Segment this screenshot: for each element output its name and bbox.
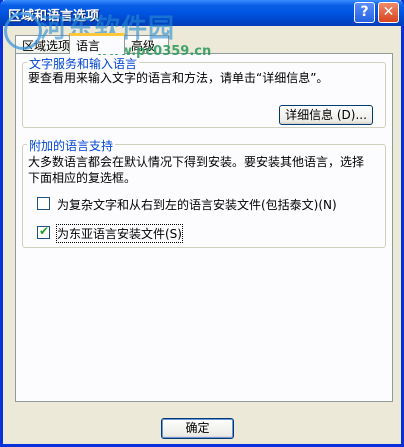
supplemental-legend: 附加的语言支持 [27,137,116,154]
text-services-group: 文字服务和输入语言 要查看用来输入文字的语言和方法，请单击“详细信息”。 详细信… [22,55,386,128]
ok-button[interactable]: 确定 [161,418,234,439]
details-button[interactable]: 详细信息 (D)... [279,105,373,125]
tab-advanced[interactable]: 高级 [124,35,169,53]
supplemental-language-group: 附加的语言支持 大多数语言都会在默认情况下得到安装。要安装其他语言，选择 下面相… [22,137,386,248]
title-bar[interactable]: 区域和语言选项 ? ✕ [0,0,404,26]
complex-script-checkbox[interactable] [37,197,50,210]
supplemental-description-line2: 下面相应的复选框。 [28,171,137,185]
text-services-description: 要查看用来输入文字的语言和方法，请单击“详细信息”。 [28,71,329,85]
tab-regional-options[interactable]: 区域选项 [15,35,70,53]
help-button[interactable]: ? [354,2,375,23]
tab-languages[interactable]: 语言 [69,33,125,54]
east-asian-label[interactable]: 为东亚语言安装文件(S) [56,224,183,243]
tab-panel-languages: 文字服务和输入语言 要查看用来输入文字的语言和方法，请单击“详细信息”。 详细信… [15,53,393,402]
checkmark-icon: ✔ [39,224,50,238]
complex-script-label[interactable]: 为复杂文字和从右到左的语言安装文件(包括泰文)(N) [57,196,337,213]
supplemental-description-line1: 大多数语言都会在默认情况下得到安装。要安装其他语言，选择 [28,155,365,169]
dialog-window: 区域和语言选项 ? ✕ 区域选项 语言 高级 文字服务和输入语言 要查看用来输入… [0,0,404,447]
close-button[interactable]: ✕ [378,2,399,23]
east-asian-checkbox[interactable]: ✔ [37,224,50,239]
window-title: 区域和语言选项 [8,9,100,24]
